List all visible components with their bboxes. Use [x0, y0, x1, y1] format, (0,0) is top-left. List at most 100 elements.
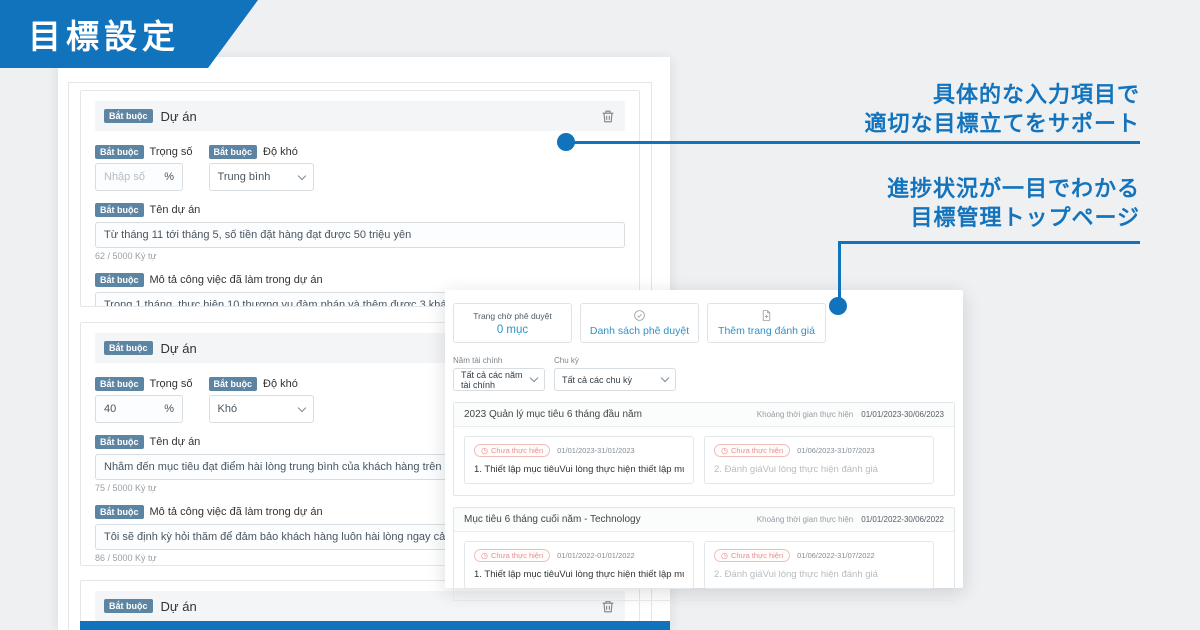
weight-label: Trọng số	[149, 146, 193, 158]
project-name-value: Nhắm đến mục tiêu đạt điểm hài lòng trun…	[104, 461, 487, 473]
required-badge: Bắt buộc	[208, 145, 258, 159]
task-card-goal-setting[interactable]: ◷ Chưa thực hiện 01/01/2022-01/01/2022 1…	[464, 541, 694, 589]
period-label: Khoảng thời gian thực hiện	[756, 410, 854, 419]
task-text: 2. Đánh giáVui lòng thực hiện đánh giá	[714, 464, 878, 475]
clock-icon: ◷	[481, 550, 488, 560]
pending-approval-card[interactable]: Trang chờ phê duyệt 0 mục	[453, 303, 572, 343]
required-badge: Bắt buộc	[95, 505, 144, 519]
check-circle-icon	[634, 310, 645, 321]
project-desc-label: Mô tả công việc đã làm trong dự án	[149, 506, 323, 518]
add-review-page-label: Thêm trang đánh giá	[718, 325, 815, 337]
desc-label-row: Bắt buộc Mô tả công việc đã làm trong dự…	[95, 273, 625, 287]
weight-label-row: Bắt buộc Trọng số	[95, 145, 193, 159]
required-badge: Bắt buộc	[104, 341, 153, 355]
fiscal-year-filter: Năm tài chính Tất cả các năm tài chính	[453, 356, 545, 391]
status-badge: ◷ Chưa thực hiện	[474, 444, 551, 457]
clock-icon: ◷	[721, 550, 728, 560]
project-name-value: Từ tháng 11 tới tháng 5, số tiền đặt hàn…	[104, 229, 412, 241]
annotation-line: 目標管理トップページ	[910, 205, 1140, 230]
percent-suffix: %	[164, 171, 174, 183]
project-name-label: Tên dự án	[149, 204, 201, 216]
trash-icon	[602, 110, 614, 122]
goal-group-body: ◷ Chưa thực hiện 01/01/2022-01/01/2022 1…	[454, 532, 954, 600]
status-badge: ◷ Chưa thực hiện	[474, 549, 551, 562]
difficulty-value: Khó	[217, 403, 238, 415]
file-plus-icon	[762, 310, 771, 321]
goal-dashboard-panel: Trang chờ phê duyệt 0 mục Danh sách phê …	[445, 290, 963, 601]
add-review-page-card[interactable]: Thêm trang đánh giá	[707, 303, 826, 343]
goal-group-period: Khoảng thời gian thực hiện 01/01/2022-30…	[757, 515, 944, 524]
clock-icon: ◷	[481, 445, 488, 455]
cycle-filter: Chu kỳ Tất cả các chu kỳ	[554, 356, 676, 391]
task-dates: 01/01/2023-31/01/2023	[557, 446, 635, 455]
fiscal-year-select[interactable]: Tất cả các năm tài chính	[453, 368, 545, 391]
section-header: Bắt buộc Dự án	[95, 101, 625, 131]
chevron-down-icon	[660, 373, 670, 383]
status-badge: ◷ Chưa thực hiện	[714, 444, 791, 457]
goal-group-1: 2023 Quản lý mục tiêu 6 tháng đầu năm Kh…	[453, 402, 955, 496]
task-card-goal-setting[interactable]: ◷ Chưa thực hiện 01/01/2023-31/01/2023 1…	[464, 436, 694, 484]
page-title: 目標設定	[28, 18, 180, 55]
connector-line-2-vertical	[838, 241, 841, 301]
task-text: 1. Thiết lập mục tiêuVui lòng thực hiện …	[474, 464, 684, 475]
section-title: Dự án	[160, 598, 197, 614]
connector-line-2-horizontal	[838, 241, 1140, 244]
required-badge: Bắt buộc	[95, 203, 144, 217]
required-badge: Bắt buộc	[95, 435, 144, 449]
required-badge: Bắt buộc	[104, 599, 153, 613]
annotation-input-support: 具体的な入力項目で 適切な目標立てをサポート	[864, 80, 1140, 138]
percent-suffix: %	[164, 403, 174, 415]
status-badge-label: Chưa thực hiện	[490, 446, 544, 455]
goal-group-body: ◷ Chưa thực hiện 01/01/2023-31/01/2023 1…	[454, 427, 954, 495]
section-title: Dự án	[160, 108, 197, 124]
cycle-label: Chu kỳ	[554, 356, 579, 365]
weight-input[interactable]: Nhập số %	[95, 163, 183, 191]
task-text: 1. Thiết lập mục tiêuVui lòng thực hiện …	[474, 569, 684, 580]
connector-line-1	[566, 141, 1140, 144]
goal-group-title: 2023 Quản lý mục tiêu 6 tháng đầu năm	[464, 409, 642, 420]
task-dates: 01/06/2022-31/07/2022	[797, 551, 875, 560]
difficulty-value: Trung bình	[217, 171, 271, 183]
task-card-evaluation[interactable]: ◷ Chưa thực hiện 01/06/2022-31/07/2022 2…	[704, 541, 934, 589]
chevron-down-icon	[297, 171, 306, 180]
annotation-line: 具体的な入力項目で	[932, 82, 1140, 107]
fiscal-year-value: Tất cả các năm tài chính	[461, 369, 523, 390]
goal-group-2: Mục tiêu 6 tháng cuối năm - Technology K…	[453, 507, 955, 601]
required-badge: Bắt buộc	[104, 109, 153, 123]
weight-input[interactable]: 40 %	[95, 395, 183, 423]
status-badge-label: Chưa thực hiện	[490, 551, 544, 560]
filters-row: Năm tài chính Tất cả các năm tài chính C…	[453, 356, 955, 391]
chevron-down-icon	[297, 403, 306, 412]
annotation-line: 適切な目標立てをサポート	[864, 111, 1140, 136]
difficulty-label-row: Bắt buộc Độ khó	[208, 145, 314, 159]
goal-group-header: 2023 Quản lý mục tiêu 6 tháng đầu năm Kh…	[454, 403, 954, 427]
fiscal-year-label: Năm tài chính	[453, 356, 503, 365]
goal-group-header: Mục tiêu 6 tháng cuối năm - Technology K…	[454, 508, 954, 532]
section-title: Dự án	[160, 340, 197, 356]
difficulty-label-row: Bắt buộc Độ khó	[208, 377, 314, 391]
status-badge-label: Chưa thực hiện	[730, 551, 784, 560]
project-name-input[interactable]: Từ tháng 11 tới tháng 5, số tiền đặt hàn…	[95, 222, 625, 248]
weight-label-row: Bắt buộc Trọng số	[95, 377, 193, 391]
bottom-accent-bar	[80, 621, 670, 630]
connector-dot-2	[829, 297, 847, 315]
weight-label: Trọng số	[149, 378, 193, 390]
char-counter: 62 / 5000 Ký tự	[95, 251, 157, 261]
difficulty-select[interactable]: Khó	[208, 395, 314, 423]
approval-list-card[interactable]: Danh sách phê duyệt	[580, 303, 699, 343]
pending-approval-label: Trang chờ phê duyệt	[473, 310, 552, 321]
project-name-label: Tên dự án	[149, 436, 201, 448]
required-badge: Bắt buộc	[95, 273, 144, 287]
difficulty-label: Độ khó	[263, 146, 298, 158]
difficulty-select[interactable]: Trung bình	[208, 163, 314, 191]
goal-group-period: Khoảng thời gian thực hiện 01/01/2023-30…	[757, 410, 944, 419]
project-section-1: Bắt buộc Dự án Bắt buộc Trọng số Nhập số…	[80, 90, 640, 307]
cycle-value: Tất cả các chu kỳ	[562, 374, 633, 385]
pending-approval-count: 0 mục	[496, 323, 529, 336]
task-dates: 01/06/2023-31/07/2023	[797, 446, 875, 455]
cycle-select[interactable]: Tất cả các chu kỳ	[554, 368, 676, 391]
annotation-line: 進捗状況が一目でわかる	[886, 176, 1140, 201]
task-card-evaluation[interactable]: ◷ Chưa thực hiện 01/06/2023-31/07/2023 2…	[704, 436, 934, 484]
name-label-row: Bắt buộc Tên dự án	[95, 203, 625, 217]
delete-section-button[interactable]	[600, 108, 616, 125]
